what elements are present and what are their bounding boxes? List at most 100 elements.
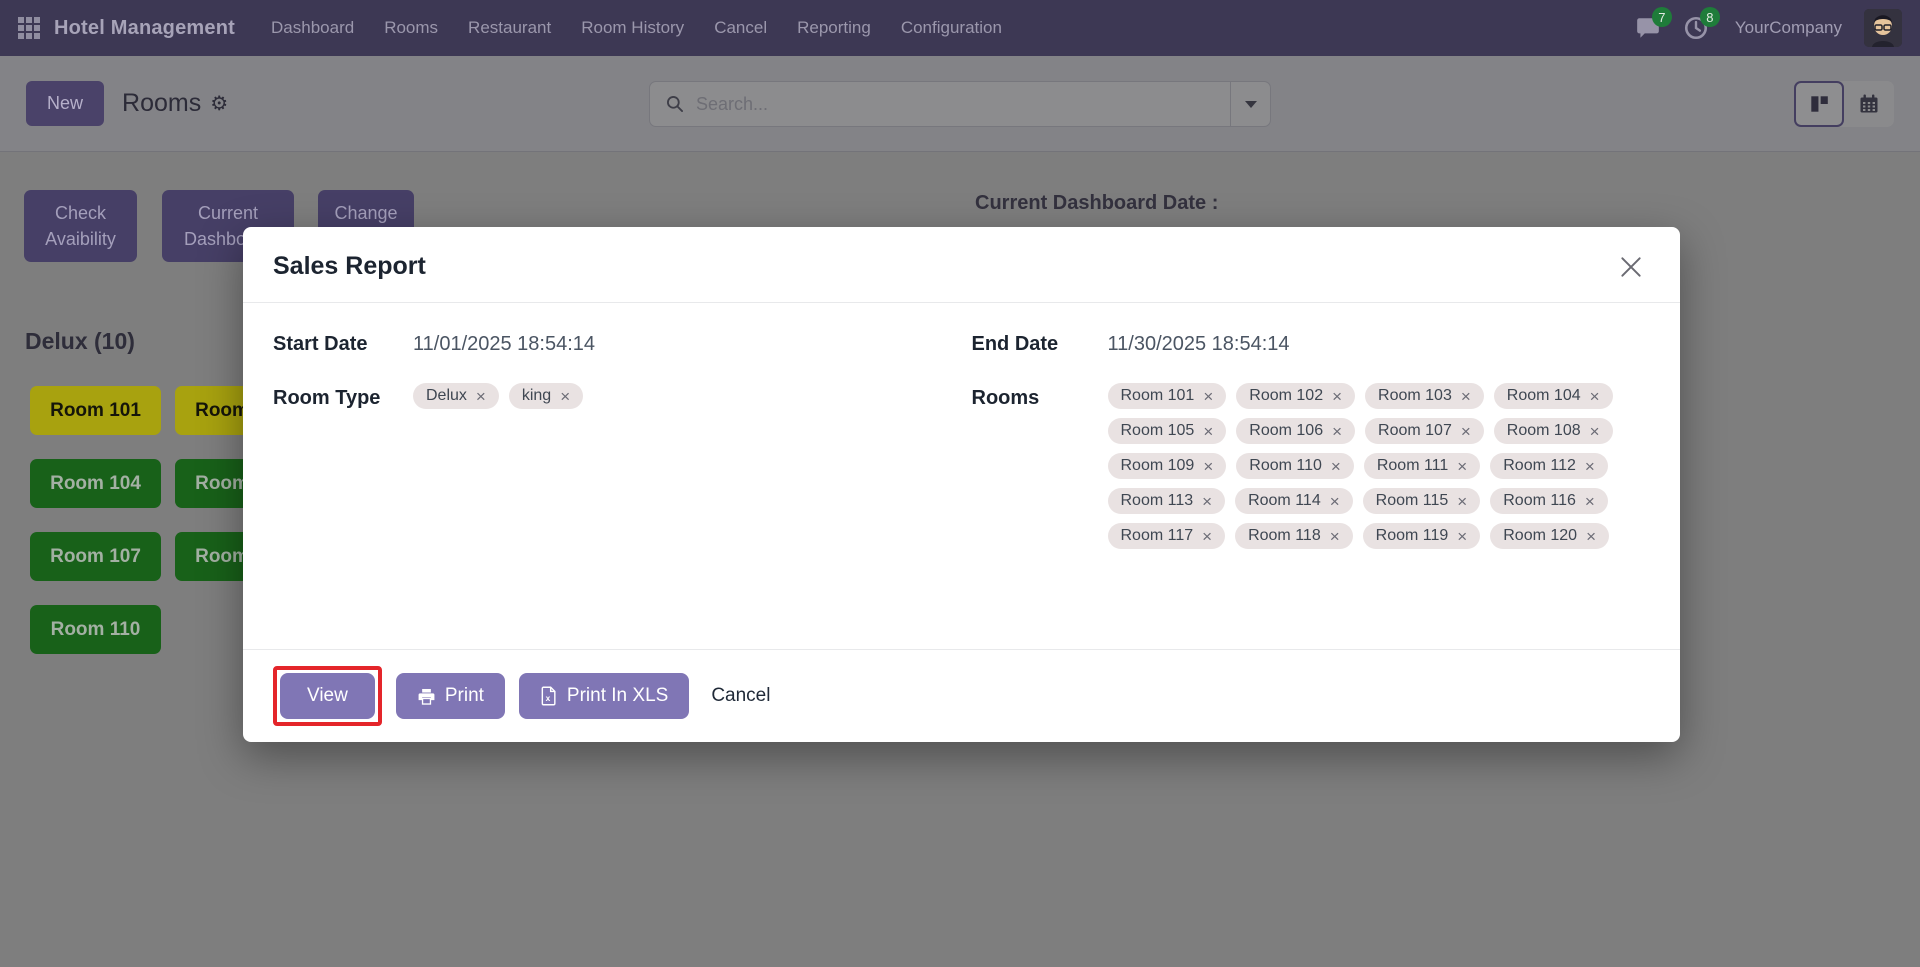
tag-label: Room 118: [1248, 527, 1321, 545]
nav-item-room-history[interactable]: Room History: [581, 18, 684, 38]
tag-label: Room 113: [1121, 492, 1194, 510]
nav-item-reporting[interactable]: Reporting: [797, 18, 871, 38]
search-bar: [649, 81, 1271, 127]
search-options-toggle[interactable]: [1230, 82, 1270, 126]
search-field-area[interactable]: [650, 82, 1230, 126]
modal-header: Sales Report: [243, 227, 1680, 303]
rooms-tags: Room 101×Room 102×Room 103×Room 104×Room…: [1108, 383, 1651, 549]
modal-footer: View Print x Print In XLS Cancel: [243, 649, 1680, 742]
main-menu: Dashboard Rooms Restaurant Room History Canc…: [271, 18, 1002, 38]
remove-tag-icon[interactable]: ×: [1461, 388, 1471, 405]
remove-tag-icon[interactable]: ×: [1590, 423, 1600, 440]
close-icon[interactable]: [1618, 254, 1644, 280]
rooms-tag-room-111: Room 111×: [1364, 453, 1480, 479]
room-button-room-104[interactable]: Room 104: [30, 459, 161, 508]
new-button[interactable]: New: [26, 81, 104, 126]
print-button-label: Print: [445, 685, 484, 707]
nav-item-configuration[interactable]: Configuration: [901, 18, 1002, 38]
rooms-tag-room-113: Room 113 ×: [1108, 488, 1226, 514]
remove-tag-icon[interactable]: ×: [1586, 528, 1596, 545]
nav-item-cancel[interactable]: Cancel: [714, 18, 767, 38]
nav-item-dashboard[interactable]: Dashboard: [271, 18, 354, 38]
remove-tag-icon[interactable]: ×: [1332, 388, 1342, 405]
rooms-tag-room-119: Room 119 ×: [1363, 523, 1481, 549]
rooms-tag-room-102: Room 102 ×: [1236, 383, 1355, 409]
sales-report-modal: Sales Report Start Date 11/01/2025 18:54…: [243, 227, 1680, 742]
hotel-management-app: Hotel Management Dashboard Rooms Restauran…: [0, 0, 1920, 967]
remove-tag-icon[interactable]: ×: [1457, 493, 1467, 510]
remove-tag-icon[interactable]: ×: [1331, 458, 1341, 475]
remove-tag-icon[interactable]: ×: [1203, 458, 1213, 475]
chevron-down-icon: [1245, 101, 1257, 108]
remove-tag-icon[interactable]: ×: [1202, 493, 1212, 510]
room-section-title: Delux (10): [25, 328, 135, 355]
tag-label: Room 115: [1376, 492, 1449, 510]
control-panel: New Rooms ⚙: [0, 56, 1920, 152]
search-input[interactable]: [696, 94, 1215, 115]
cancel-button[interactable]: Cancel: [711, 685, 770, 707]
remove-tag-icon[interactable]: ×: [1585, 493, 1595, 510]
remove-tag-icon[interactable]: ×: [1330, 493, 1340, 510]
user-avatar[interactable]: [1864, 9, 1902, 47]
tag-label: Room 120: [1503, 527, 1577, 545]
company-name[interactable]: YourCompany: [1735, 18, 1842, 38]
print-in-xls-button[interactable]: x Print In XLS: [519, 673, 689, 719]
rooms-tag-room-117: Room 117×: [1108, 523, 1226, 549]
start-date-value[interactable]: 11/01/2025 18:54:14: [413, 329, 952, 356]
rooms-tag-room-108: Room 108×: [1494, 418, 1613, 444]
gear-icon[interactable]: ⚙: [210, 91, 228, 116]
remove-tag-icon[interactable]: ×: [1203, 388, 1213, 405]
remove-tag-icon[interactable]: ×: [1332, 423, 1342, 440]
tag-label: Room 105: [1121, 422, 1195, 440]
calendar-view-button[interactable]: [1844, 81, 1894, 127]
rooms-tag-room-109: Room 109×: [1108, 453, 1227, 479]
nav-item-restaurant[interactable]: Restaurant: [468, 18, 551, 38]
rooms-field: Rooms Room 101×Room 102×Room 103×Room 10…: [972, 383, 1651, 549]
rooms-tag-room-103: Room 103×: [1365, 383, 1484, 409]
remove-tag-icon[interactable]: ×: [1461, 423, 1471, 440]
remove-tag-icon[interactable]: ×: [1330, 528, 1340, 545]
view-button[interactable]: View: [280, 673, 375, 719]
tag-label: Delux: [426, 387, 467, 405]
check-availability-button[interactable]: Check Avaibility: [24, 190, 137, 262]
rooms-tag-room-112: Room 112 ×: [1490, 453, 1608, 479]
remove-tag-icon[interactable]: ×: [1585, 458, 1595, 475]
remove-tag-icon[interactable]: ×: [1457, 528, 1467, 545]
room-button-room-107[interactable]: Room 107: [30, 532, 161, 581]
room-type-field: Room Type Delux × king ×: [273, 383, 952, 549]
rooms-tag-room-118: Room 118 ×: [1235, 523, 1353, 549]
nav-item-rooms[interactable]: Rooms: [384, 18, 438, 38]
remove-tag-icon[interactable]: ×: [560, 388, 570, 405]
remove-tag-icon[interactable]: ×: [1457, 458, 1467, 475]
remove-tag-icon[interactable]: ×: [1203, 423, 1213, 440]
end-date-field: End Date 11/30/2025 18:54:14: [972, 329, 1651, 356]
tag-label: Room 114: [1248, 492, 1321, 510]
room-button-room-110[interactable]: Room 110: [30, 605, 161, 654]
tag-label: Room 119: [1376, 527, 1449, 545]
kanban-view-button[interactable]: [1794, 81, 1844, 127]
start-date-label: Start Date: [273, 329, 413, 356]
messages-button[interactable]: 7: [1635, 15, 1661, 41]
tag-label: Room 112: [1503, 457, 1576, 475]
tag-label: Room 102: [1249, 387, 1323, 405]
remove-tag-icon[interactable]: ×: [1202, 528, 1212, 545]
rooms-tag-room-101: Room 101×: [1108, 383, 1227, 409]
remove-tag-icon[interactable]: ×: [1590, 388, 1600, 405]
app-brand-title[interactable]: Hotel Management: [54, 17, 235, 40]
room-type-label: Room Type: [273, 383, 413, 410]
activities-count-badge: 8: [1700, 7, 1720, 27]
remove-tag-icon[interactable]: ×: [476, 388, 486, 405]
end-date-value[interactable]: 11/30/2025 18:54:14: [1108, 329, 1651, 356]
tag-label: Room 107: [1378, 422, 1452, 440]
tag-label: king: [522, 387, 551, 405]
activities-button[interactable]: 8: [1683, 15, 1709, 41]
top-navbar: Hotel Management Dashboard Rooms Restauran…: [0, 0, 1920, 56]
rooms-tag-room-106: Room 106×: [1236, 418, 1355, 444]
rooms-tag-room-120: Room 120 ×: [1490, 523, 1609, 549]
navbar-right-cluster: 7 8 YourCompany: [1635, 9, 1902, 47]
room-button-room-101[interactable]: Room 101: [30, 386, 161, 435]
apps-grid-icon[interactable]: [18, 17, 40, 39]
tag-label: Room 116: [1503, 492, 1576, 510]
print-button[interactable]: Print: [396, 673, 505, 719]
avatar-image: [1864, 9, 1902, 47]
